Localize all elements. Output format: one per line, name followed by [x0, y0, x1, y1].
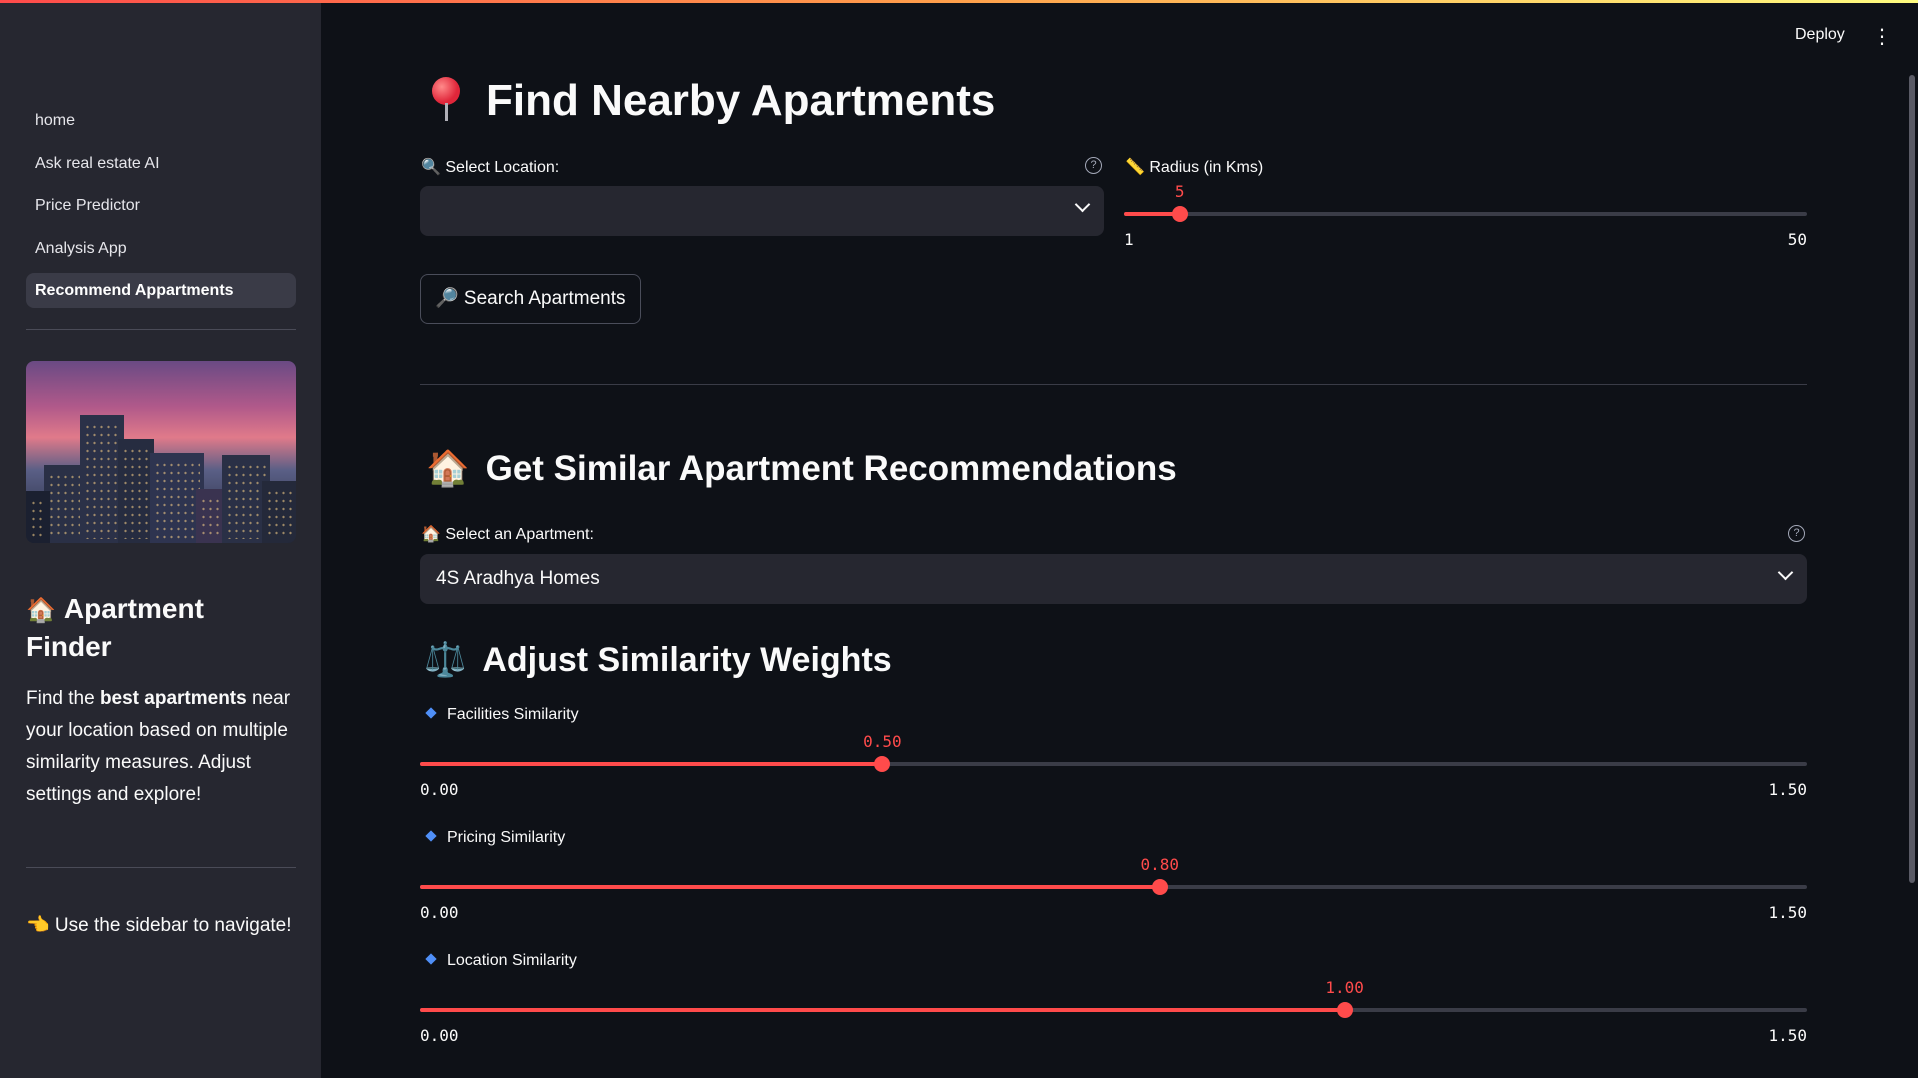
slider-fill — [420, 762, 883, 766]
chevron-down-icon — [1777, 564, 1794, 581]
similar-title: 🏠 Get Similar Apartment Recommendations — [426, 449, 1177, 488]
slider-value: 5 — [1174, 182, 1185, 201]
sidebar: home Ask real estate AI Price Predictor … — [0, 3, 321, 1078]
nearby-title: Find Nearby Apartments — [428, 76, 995, 126]
facilities-label: Facilities Similarity — [421, 706, 579, 724]
location-select[interactable] — [420, 186, 1104, 236]
slider-max: 1.50 — [1768, 903, 1807, 922]
slider-max: 1.50 — [1768, 780, 1807, 799]
radius-slider[interactable]: 5 1 50 — [1124, 182, 1807, 249]
pricing-slider[interactable]: 0.80 0.00 1.50 — [420, 855, 1807, 922]
slider-min: 1 — [1124, 230, 1134, 249]
deploy-button[interactable]: Deploy — [1795, 26, 1845, 44]
slider-max: 50 — [1787, 230, 1807, 249]
location-label: 🔍 Select Location: — [421, 159, 560, 176]
sidebar-item-analysis-app[interactable]: Analysis App — [26, 231, 296, 266]
diamond-icon — [425, 707, 437, 719]
location-similarity-label: Location Similarity — [421, 952, 577, 970]
facilities-slider[interactable]: 0.50 0.00 1.50 — [420, 732, 1807, 799]
pin-icon — [428, 77, 464, 121]
sidebar-item-recommend[interactable]: Recommend Appartments — [26, 273, 296, 308]
pricing-label: Pricing Similarity — [421, 829, 565, 847]
apartment-select[interactable]: 4S Aradhya Homes — [420, 554, 1807, 604]
radius-label: 📏 Radius (in Kms) — [1125, 159, 1264, 176]
house-icon: 🏠 — [426, 449, 470, 488]
slider-track — [1124, 212, 1807, 216]
location-similarity-slider[interactable]: 1.00 0.00 1.50 — [420, 978, 1807, 1045]
scale-icon: ⚖️ — [424, 641, 467, 679]
slider-fill — [420, 885, 1160, 889]
slider-min: 0.00 — [420, 780, 459, 799]
house-icon: 🏠 — [26, 597, 56, 624]
slider-thumb[interactable] — [1171, 206, 1188, 222]
slider-fill — [420, 1008, 1345, 1012]
search-apartments-button[interactable]: 🔎 Search Apartments — [420, 274, 641, 324]
slider-value: 0.50 — [863, 732, 902, 751]
slider-thumb[interactable] — [874, 756, 891, 772]
sidebar-item-ask-ai[interactable]: Ask real estate AI — [26, 146, 296, 181]
slider-thumb[interactable] — [1151, 879, 1168, 895]
sidebar-description: Find the best apartments near your locat… — [26, 688, 291, 805]
sidebar-divider — [26, 329, 296, 330]
sidebar-item-home[interactable]: home — [26, 103, 296, 138]
more-vertical-icon[interactable]: ⋮ — [1872, 26, 1892, 48]
city-skyline-image — [26, 361, 296, 543]
slider-max: 1.50 — [1768, 1026, 1807, 1045]
slider-thumb[interactable] — [1336, 1002, 1353, 1018]
sidebar-nav: home Ask real estate AI Price Predictor … — [26, 103, 296, 316]
slider-value: 0.80 — [1140, 855, 1179, 874]
section-divider — [420, 384, 1807, 385]
sidebar-item-price-predictor[interactable]: Price Predictor — [26, 188, 296, 223]
help-icon[interactable]: ? — [1788, 525, 1805, 542]
scrollbar[interactable] — [1909, 75, 1915, 883]
sidebar-divider-2 — [26, 867, 296, 868]
help-icon[interactable]: ? — [1085, 157, 1102, 174]
chevron-down-icon — [1074, 196, 1091, 213]
weights-title: ⚖️ Adjust Similarity Weights — [424, 641, 892, 679]
diamond-icon — [425, 953, 437, 965]
sidebar-title: 🏠 Apartment Finder — [26, 593, 204, 662]
sidebar-hint: 👈 Use the sidebar to navigate! — [26, 915, 292, 936]
slider-min: 0.00 — [420, 903, 459, 922]
slider-value: 1.00 — [1325, 978, 1364, 997]
diamond-icon — [425, 830, 437, 842]
slider-min: 0.00 — [420, 1026, 459, 1045]
apartment-label: 🏠 Select an Apartment: — [421, 526, 594, 543]
